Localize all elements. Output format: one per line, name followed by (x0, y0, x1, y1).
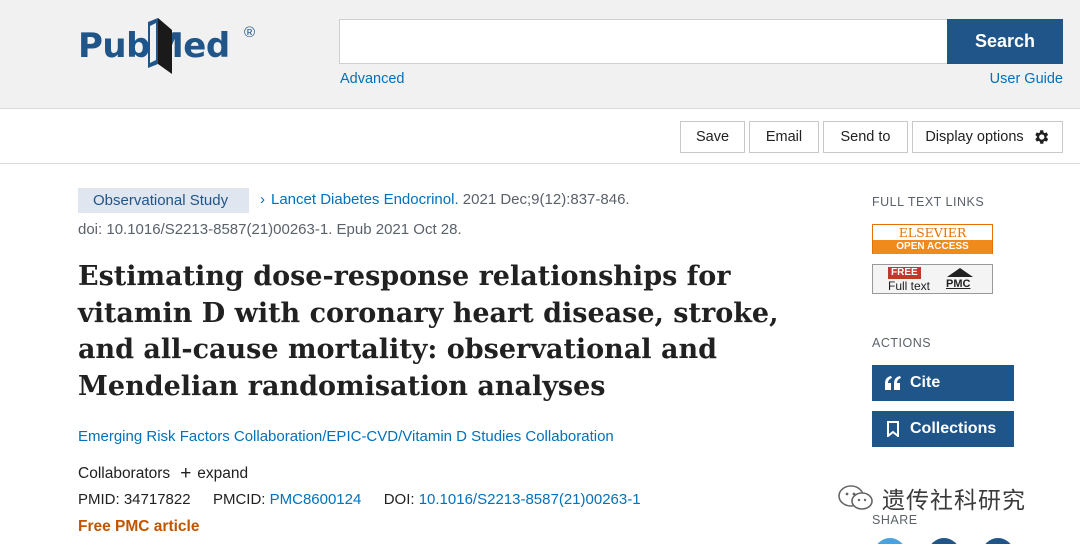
cite-label: Cite (910, 374, 941, 391)
gear-icon (1034, 130, 1048, 144)
advanced-search-link[interactable]: Advanced (340, 71, 405, 87)
send-to-button[interactable]: Send to (823, 121, 908, 153)
send-to-button-label: Send to (840, 129, 891, 145)
plus-icon[interactable]: + (180, 464, 191, 483)
collaborators-label: Collaborators (78, 464, 171, 482)
journal-link[interactable]: Lancet Diabetes Endocrinol. (271, 191, 459, 208)
article-toolbar: Save Email Send to Display options (0, 108, 1080, 164)
citation-detail: 2021 Dec;9(12):837-846. (462, 191, 630, 208)
share-heading: SHARE (872, 513, 918, 527)
quote-icon (876, 376, 910, 390)
collections-button[interactable]: Collections (872, 411, 1014, 447)
display-options-button[interactable]: Display options (912, 121, 1063, 153)
wechat-watermark: 遗传社科研究 (836, 481, 1026, 515)
elsevier-label: ELSEVIER (873, 225, 992, 240)
open-access-label: OPEN ACCESS (873, 240, 992, 254)
search-button[interactable]: Search (947, 19, 1063, 64)
wechat-icon (838, 485, 873, 510)
cite-button[interactable]: Cite (872, 365, 1014, 401)
free-pmc-article-label: Free PMC article (78, 518, 200, 535)
twitter-share-icon[interactable] (874, 538, 906, 544)
site-header: PubMed ® Search Advanced User Guide (0, 0, 1080, 108)
save-button[interactable]: Save (680, 121, 745, 153)
doi-link[interactable]: 10.1016/S2213-8587(21)00263-1 (419, 491, 641, 508)
email-button-label: Email (765, 129, 803, 145)
pmc-building-icon (947, 268, 973, 277)
doi-label: DOI: (383, 491, 415, 508)
author-link[interactable]: Emerging Risk Factors Collaboration/EPIC… (78, 428, 614, 445)
pmc-free-full-text-link[interactable]: FREE Full text PMC (872, 264, 993, 294)
pmc-free-label: FREE (888, 267, 921, 279)
link-share-icon[interactable] (982, 538, 1014, 544)
pmcid-label: PMCID: (212, 491, 266, 508)
article-type-badge: Observational Study (78, 188, 249, 213)
pmc-label: PMC (946, 278, 971, 290)
chevron-right-icon[interactable]: › (260, 191, 265, 208)
user-guide-link[interactable]: User Guide (990, 71, 1063, 87)
registered-mark: ® (244, 24, 256, 41)
collections-label: Collections (910, 420, 997, 437)
pmid-label: PMID: (78, 491, 120, 508)
watermark-text: 遗传社科研究 (882, 488, 1026, 514)
facebook-share-icon[interactable] (928, 538, 960, 544)
actions-heading: ACTIONS (872, 336, 932, 350)
article-title: Estimating dose-response relationships f… (78, 261, 779, 402)
doi-epub-line: doi: 10.1016/S2213-8587(21)00263-1. Epub… (78, 221, 462, 238)
bookmark-icon (876, 421, 910, 437)
pmc-full-text-label: Full text (888, 279, 931, 293)
search-input[interactable] (339, 19, 947, 64)
expand-toggle[interactable]: expand (197, 465, 248, 483)
save-button-label: Save (695, 129, 730, 145)
display-options-label: Display options (925, 129, 1024, 145)
citation-line: › Lancet Diabetes Endocrinol. 2021 Dec;9(… (260, 191, 630, 208)
email-button[interactable]: Email (749, 121, 819, 153)
identifiers-row: PMID: 34717822 PMCID: PMC8600124 DOI: 10… (78, 491, 641, 508)
full-text-links-heading: FULL TEXT LINKS (872, 195, 985, 209)
pmid-value: 34717822 (123, 491, 191, 508)
book-logo-icon (148, 18, 172, 74)
collaborators-row: Collaborators + expand (78, 464, 248, 483)
pmcid-link[interactable]: PMC8600124 (270, 491, 362, 508)
pubmed-logo[interactable]: PubMed ® (78, 16, 268, 78)
elsevier-open-access-link[interactable]: ELSEVIER OPEN ACCESS (872, 224, 993, 254)
